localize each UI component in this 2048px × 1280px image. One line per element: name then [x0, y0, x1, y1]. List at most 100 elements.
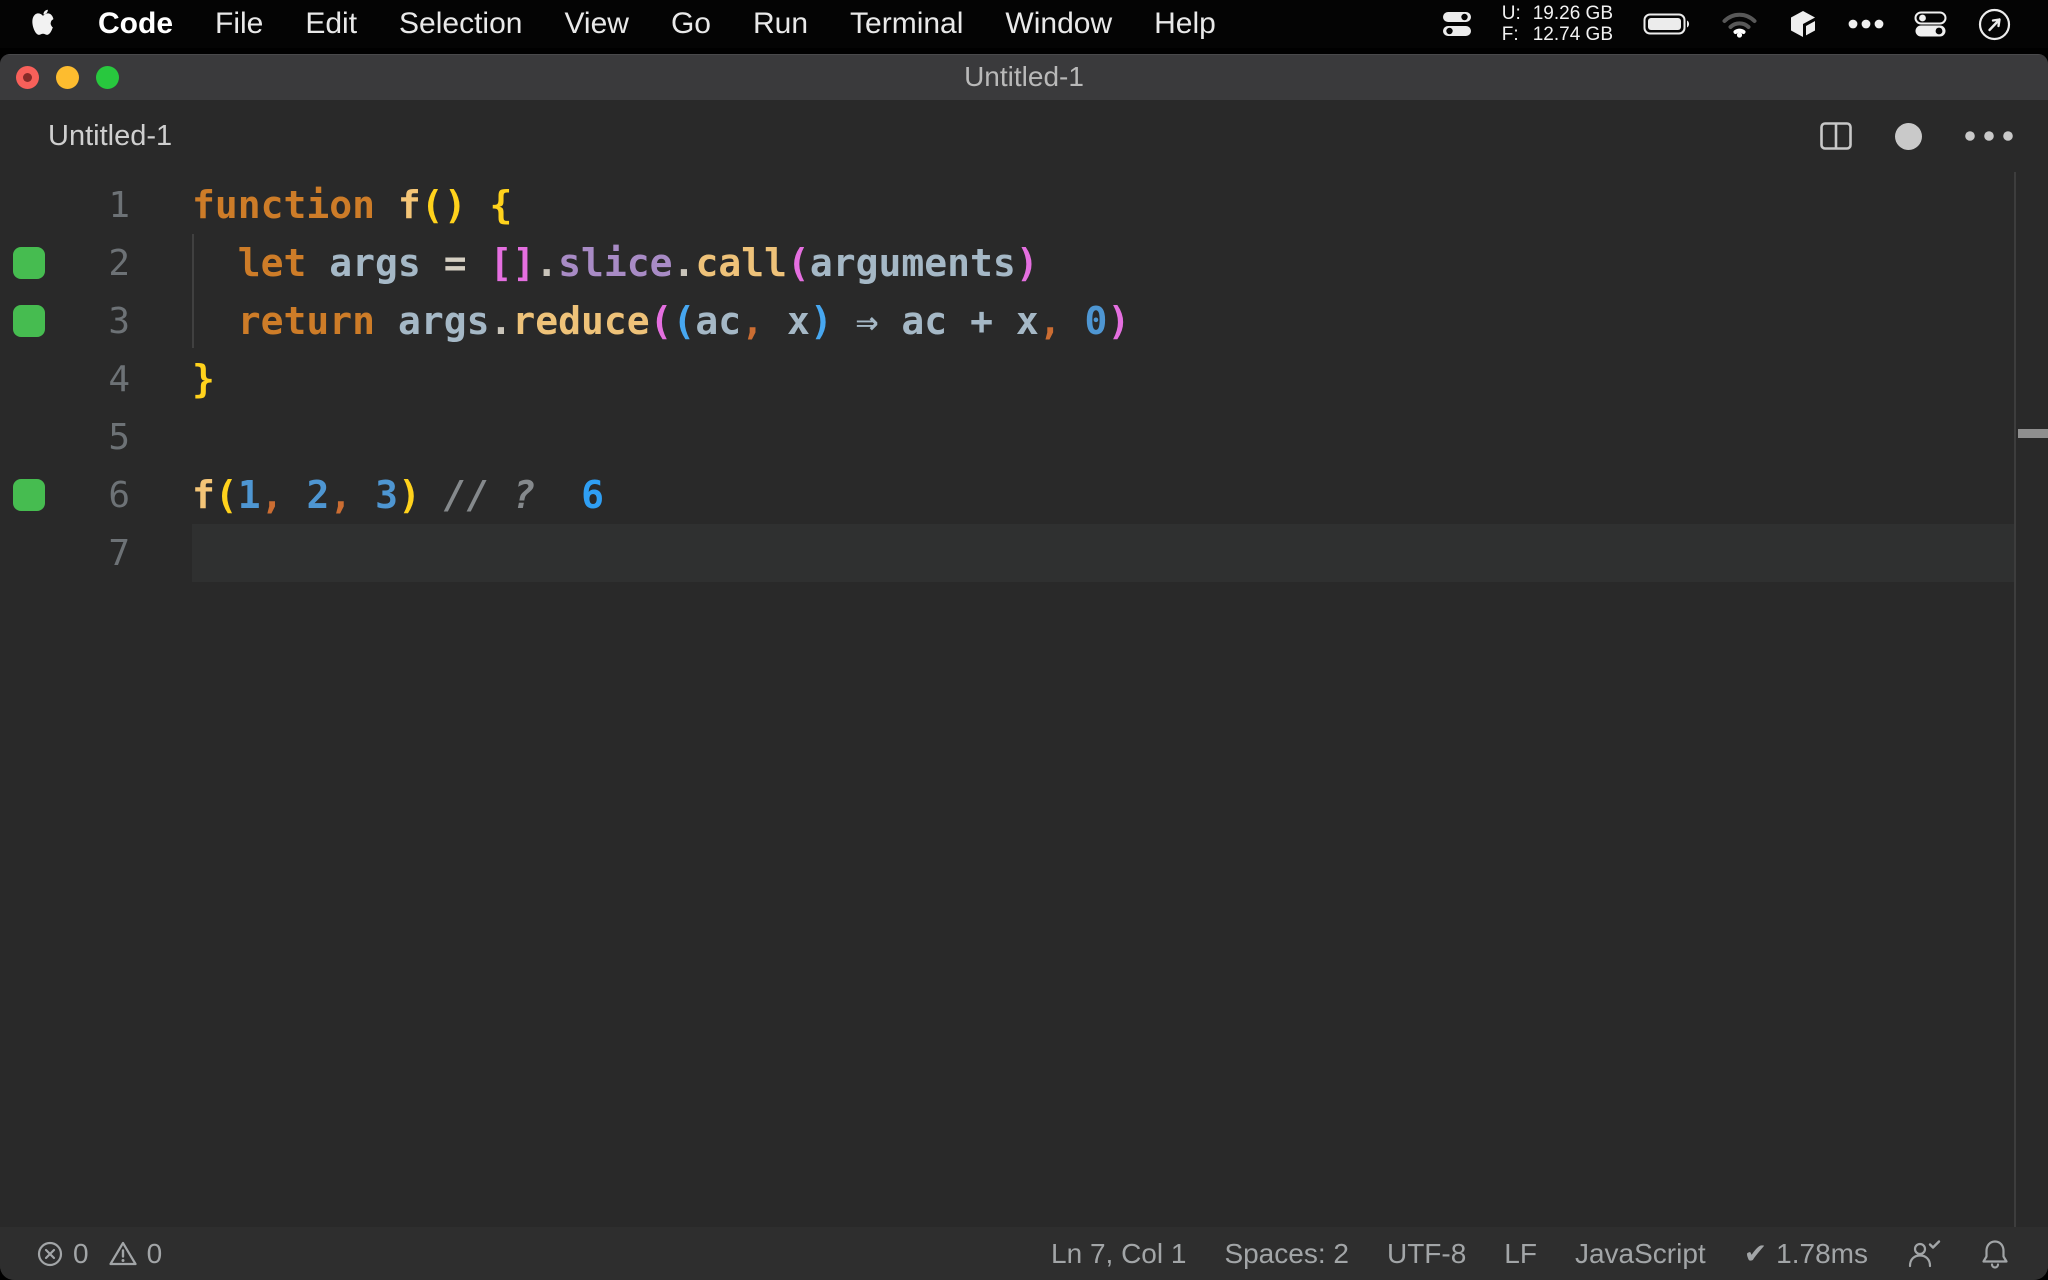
window-title-bar[interactable]: Untitled-1 [0, 54, 2048, 100]
minimize-button[interactable] [56, 65, 79, 89]
status-language[interactable]: JavaScript [1575, 1238, 1706, 1270]
memory-used-label: U: [1501, 3, 1521, 24]
more-dots-icon[interactable] [1848, 19, 1884, 29]
status-eol[interactable]: LF [1504, 1238, 1537, 1270]
code-token: f [397, 183, 421, 227]
menu-item-window[interactable]: Window [1005, 7, 1112, 41]
code-token: . [535, 241, 559, 285]
quokka-coverage-indicator [13, 305, 45, 337]
code-line[interactable]: 7 [0, 524, 2048, 582]
code-line[interactable]: 5 [0, 408, 2048, 466]
code-token: 3 [375, 473, 399, 517]
unsaved-edit-dot [23, 72, 32, 82]
menu-item-help[interactable]: Help [1154, 7, 1216, 41]
error-icon [36, 1240, 64, 1268]
code-token: , [741, 299, 765, 343]
memory-free-label: F: [1501, 24, 1519, 45]
menu-item-selection[interactable]: Selection [399, 7, 522, 41]
code-token: ( [214, 473, 238, 517]
wifi-icon[interactable] [1721, 10, 1758, 38]
menu-item-file[interactable]: File [215, 7, 263, 41]
editor-tab-row[interactable]: Untitled-1 [0, 100, 2048, 172]
code-text: } [192, 357, 215, 401]
line-number: 6 [108, 474, 130, 516]
menu-item-terminal[interactable]: Terminal [850, 7, 963, 41]
code-line[interactable]: 4} [0, 350, 2048, 408]
close-button[interactable] [16, 65, 39, 89]
problems-status[interactable]: 0 0 [36, 1238, 162, 1270]
battery-icon[interactable] [1643, 11, 1691, 37]
code-token: ) [1107, 299, 1131, 343]
code-line[interactable]: 2 let args = [].slice.call(arguments) [0, 234, 2048, 292]
menu-item-code[interactable]: Code [98, 7, 173, 41]
code-token: [ [489, 241, 513, 285]
memory-used-value: 19.26 GB [1532, 3, 1613, 24]
warning-icon [108, 1240, 138, 1267]
overview-ruler[interactable] [2014, 172, 2048, 1227]
split-editor-icon[interactable] [1819, 119, 1853, 153]
code-token: ? [512, 473, 536, 517]
menu-item-run[interactable]: Run [753, 7, 808, 41]
code-token: , [260, 473, 284, 517]
feedback-person-icon[interactable] [1906, 1238, 1942, 1270]
status-encoding[interactable]: UTF-8 [1387, 1238, 1466, 1270]
line-number: 4 [108, 358, 130, 400]
code-token: ) [398, 473, 421, 517]
perf-value: 1.78ms [1776, 1237, 1868, 1269]
code-token: x [786, 299, 810, 343]
code-token: call [695, 241, 787, 285]
memory-usage-readout[interactable]: U: 19.26 GB F: 12.74 GB [1502, 3, 1613, 45]
code-text: return args.reduce((ac, x) ⇒ ac + x, 0) [192, 299, 1131, 343]
line-number: 1 [108, 184, 130, 226]
code-editor[interactable]: 1 function f() {2 let args = [].slice.cal… [0, 172, 2048, 1227]
control-center-icon[interactable] [1914, 11, 1947, 38]
bell-icon[interactable] [1980, 1238, 2010, 1270]
code-token: return [237, 299, 376, 343]
vscode-window: Untitled-1 Untitled-1 1 function f() {2… [0, 54, 2048, 1280]
menu-item-view[interactable]: View [564, 7, 628, 41]
code-token: ac [695, 299, 742, 343]
code-token: slice [558, 241, 673, 285]
status-indentation[interactable]: Spaces: 2 [1224, 1238, 1349, 1270]
cube-app-icon[interactable] [1788, 9, 1818, 39]
code-token: // [443, 473, 490, 517]
code-token: . [672, 241, 696, 285]
more-actions-icon[interactable] [1964, 130, 2014, 142]
menu-item-go[interactable]: Go [671, 7, 711, 41]
stats-toggles-icon[interactable] [1442, 10, 1472, 38]
code-line[interactable]: 1 function f() { [0, 176, 2048, 234]
code-token: ( [420, 183, 444, 227]
apple-logo-icon[interactable] [30, 9, 56, 39]
code-token: + [970, 299, 993, 343]
code-token: 1 [237, 473, 261, 517]
status-cursor-position[interactable]: Ln 7, Col 1 [1051, 1238, 1186, 1270]
code-token: = [443, 241, 467, 285]
zoom-button[interactable] [96, 65, 119, 89]
code-token: ( [672, 299, 696, 343]
code-line[interactable]: 6 f(1, 2, 3) // ? 6 [0, 466, 2048, 524]
tab-label: Untitled-1 [48, 119, 173, 152]
quokka-coverage-indicator [13, 479, 45, 511]
code-token: x [1015, 299, 1039, 343]
error-count: 0 [73, 1237, 89, 1269]
quokka-perf-status[interactable]: ✔ 1.78ms [1744, 1237, 1868, 1270]
code-token: f [192, 473, 215, 517]
unsaved-indicator-dot[interactable] [1895, 122, 1922, 150]
quokka-coverage-indicator [13, 247, 45, 279]
gutter [0, 305, 58, 337]
window-title: Untitled-1 [964, 61, 1084, 92]
code-token: arguments [809, 241, 1016, 285]
code-token: ( [786, 241, 810, 285]
code-token: } [192, 357, 215, 401]
compass-arrow-icon[interactable] [1977, 7, 2012, 42]
code-line[interactable]: 3 return args.reduce((ac, x) ⇒ ac + x, 0… [0, 292, 2048, 350]
warning-count: 0 [146, 1237, 163, 1269]
menu-item-edit[interactable]: Edit [305, 7, 357, 41]
